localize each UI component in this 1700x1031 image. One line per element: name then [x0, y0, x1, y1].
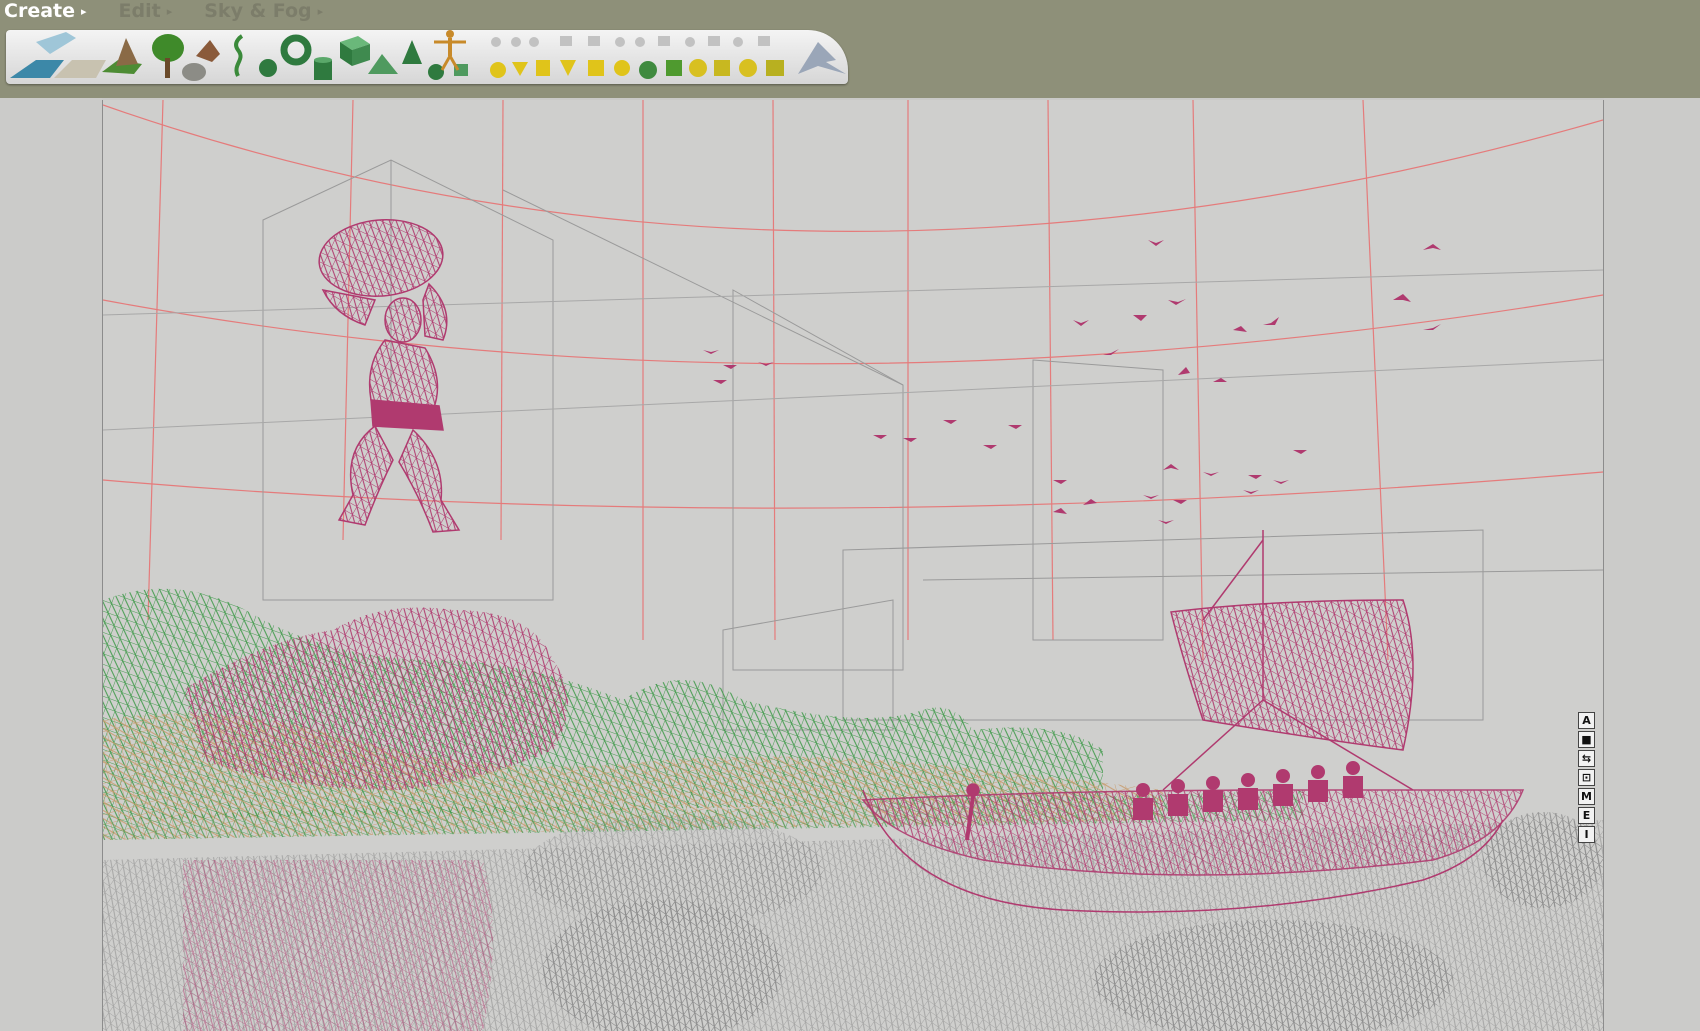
sphere-icon[interactable] [259, 59, 277, 77]
cube-icon[interactable] [340, 36, 370, 66]
light-icon[interactable] [798, 42, 846, 74]
menu-edit-label: Edit [118, 0, 161, 22]
pyramid-icon[interactable] [368, 54, 398, 74]
torus-icon[interactable] [280, 34, 312, 66]
menu-sky-fog-label: Sky & Fog [204, 0, 312, 22]
menu-bar: Create ▸ Edit ▸ Sky & Fog ▸ [4, 0, 323, 22]
view-control-swap[interactable]: ⇆ [1578, 750, 1595, 767]
tree-icon[interactable] [152, 34, 184, 78]
primitive-set-icon[interactable] [491, 36, 770, 47]
view-control-m[interactable]: M [1578, 788, 1595, 805]
chevron-right-icon: ▸ [317, 4, 324, 18]
cylinder-icon[interactable] [314, 57, 332, 80]
menu-create[interactable]: Create ▸ [4, 0, 87, 22]
view-control-a[interactable]: A [1578, 712, 1595, 729]
create-toolbar [6, 30, 848, 84]
chevron-right-icon: ▸ [81, 4, 87, 18]
3d-wireframe-viewport[interactable] [102, 100, 1604, 1031]
sky-dome-grid [103, 100, 1603, 661]
rock-icon[interactable] [182, 40, 220, 81]
right-panel [1604, 98, 1700, 1031]
view-control-square[interactable]: ■ [1578, 731, 1595, 748]
view-control-e[interactable]: E [1578, 807, 1595, 824]
view-controls: A ■ ⇆ ⊡ M E I [1578, 712, 1595, 843]
view-control-frame[interactable]: ⊡ [1578, 769, 1595, 786]
bird-flock [703, 240, 1441, 524]
menu-sky-fog[interactable]: Sky & Fog ▸ [204, 0, 323, 22]
menu-edit[interactable]: Edit ▸ [119, 0, 173, 22]
chevron-right-icon: ▸ [166, 4, 173, 18]
top-bar: Create ▸ Edit ▸ Sky & Fog ▸ [0, 0, 1700, 98]
statue-reflection-wire [183, 860, 493, 1031]
plant-icon[interactable] [234, 34, 244, 77]
statue-figure-wire [318, 219, 461, 533]
menu-create-label: Create [4, 0, 75, 22]
metablob-icon[interactable] [490, 59, 784, 79]
view-control-i[interactable]: I [1578, 826, 1595, 843]
left-panel [0, 98, 102, 1031]
cone-icon[interactable] [402, 40, 468, 80]
terrain-icon[interactable] [102, 38, 142, 74]
